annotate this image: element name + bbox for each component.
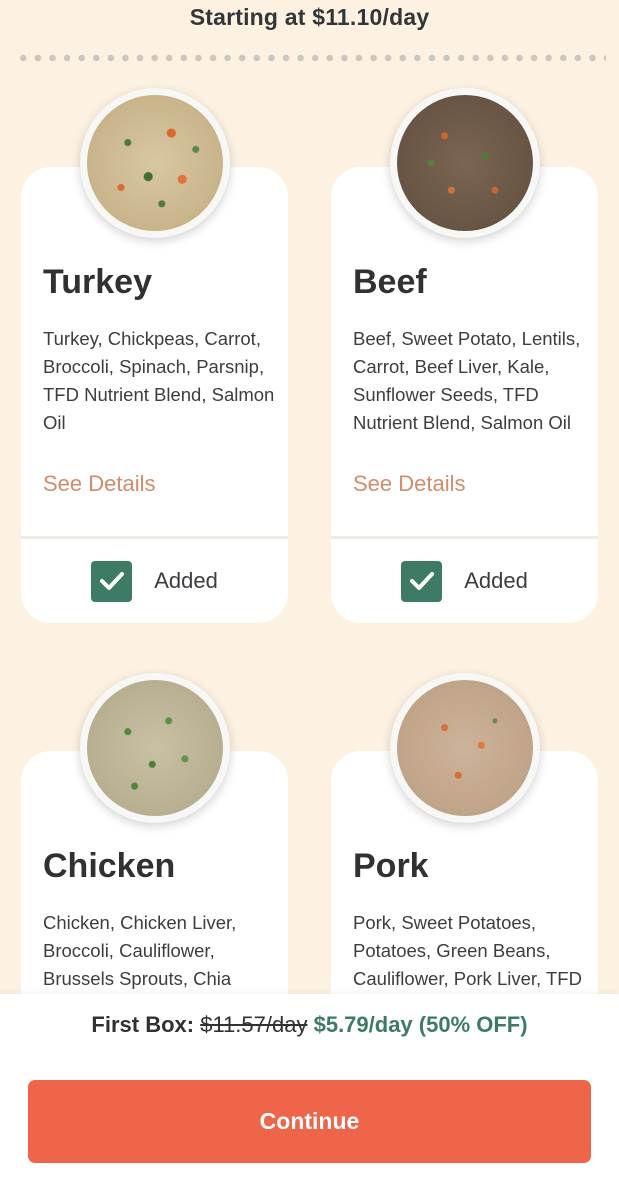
recipe-ingredients: Pork, Sweet Potatoes, Potatoes, Green Be… [353, 912, 582, 989]
see-details-link[interactable]: See Details [43, 471, 156, 497]
see-details-link[interactable]: See Details [353, 471, 466, 497]
continue-button[interactable]: Continue [28, 1080, 591, 1163]
recipe-ingredients: Turkey, Chickpeas, Carrot, Broccoli, Spi… [43, 328, 275, 433]
starting-price-heading: Starting at $11.10/day [189, 4, 430, 30]
checkbox-checked-icon[interactable] [91, 560, 133, 602]
added-label: Added [464, 568, 528, 593]
first-box-pricing: First Box: $11.57/day $5.79/day (50% OFF… [0, 1012, 619, 1038]
original-price: $11.57/day [200, 1012, 308, 1037]
checkbox-checked-icon[interactable] [401, 560, 443, 602]
beef-bowl-image [390, 88, 540, 238]
first-box-label: First Box: [91, 1012, 195, 1037]
recipe-name: Beef [353, 263, 427, 301]
recipe-ingredients: Chicken, Chicken Liver, Broccoli, Caulif… [43, 912, 237, 989]
turkey-bowl-image [80, 88, 230, 238]
dotted-divider [16, 54, 606, 62]
added-label: Added [154, 568, 218, 593]
recipe-name: Turkey [43, 263, 152, 301]
chicken-bowl-image [80, 673, 230, 823]
added-toggle[interactable]: Added [331, 539, 598, 623]
pork-bowl-image [390, 673, 540, 823]
recipe-ingredients: Beef, Sweet Potato, Lentils, Carrot, Bee… [353, 328, 581, 433]
added-toggle[interactable]: Added [21, 539, 288, 623]
discounted-price: $5.79/day (50% OFF) [313, 1012, 528, 1037]
recipe-name: Pork [353, 847, 429, 885]
recipe-name: Chicken [43, 847, 176, 885]
checkout-bar: First Box: $11.57/day $5.79/day (50% OFF… [0, 994, 619, 1200]
